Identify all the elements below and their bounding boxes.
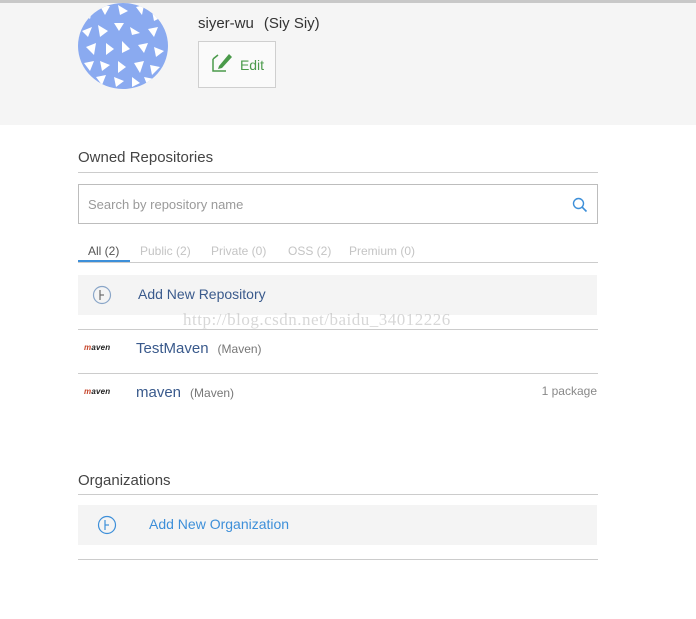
tab-premium[interactable]: Premium (0) [349, 244, 415, 258]
divider [78, 559, 598, 560]
username-line: siyer-wu (Siy Siy) [198, 15, 320, 32]
edit-button[interactable]: Edit [198, 41, 276, 88]
tab-private[interactable]: Private (0) [211, 244, 266, 258]
full-name: (Siy Siy) [263, 15, 320, 32]
tab-all[interactable]: All (2) [88, 244, 119, 258]
username: siyer-wu [198, 15, 254, 32]
divider [78, 494, 598, 495]
package-count: 1 package [541, 384, 597, 398]
repository-row: maven TestMaven (Maven) [78, 329, 598, 373]
add-circle-icon [92, 285, 112, 310]
maven-logo-icon: maven [84, 343, 111, 352]
repository-name-link[interactable]: maven (Maven) [136, 384, 234, 401]
edit-icon [210, 51, 234, 78]
add-new-organization-label: Add New Organization [149, 516, 290, 532]
repository-name-link[interactable]: TestMaven (Maven) [136, 340, 262, 357]
repository-row: maven maven (Maven) 1 package [78, 373, 598, 417]
repository-type: (Maven) [217, 342, 262, 356]
repository-type: (Maven) [190, 386, 235, 400]
owned-repositories-title: Owned Repositories [78, 149, 214, 166]
tab-public[interactable]: Public (2) [140, 244, 191, 258]
avatar [78, 3, 168, 89]
repository-search [78, 184, 598, 224]
tab-oss[interactable]: OSS (2) [288, 244, 331, 258]
add-new-repository-button[interactable]: Add New Repository [78, 275, 597, 315]
active-tab-indicator [78, 260, 130, 262]
search-icon[interactable] [572, 197, 588, 218]
add-new-repository-label: Add New Repository [138, 286, 266, 302]
organizations-title: Organizations [78, 472, 171, 489]
repository-tabs: All (2) Public (2) Private (0) OSS (2) P… [78, 244, 598, 263]
add-new-organization-button[interactable]: Add New Organization [78, 505, 597, 545]
maven-logo-icon: maven [84, 387, 111, 396]
watermark: http://blog.csdn.net/baidu_34012226 [183, 310, 451, 329]
add-circle-icon [97, 515, 117, 540]
edit-label: Edit [239, 56, 265, 73]
search-input[interactable] [86, 185, 560, 223]
profile-header: siyer-wu (Siy Siy) Edit [0, 3, 696, 125]
divider [78, 172, 598, 173]
